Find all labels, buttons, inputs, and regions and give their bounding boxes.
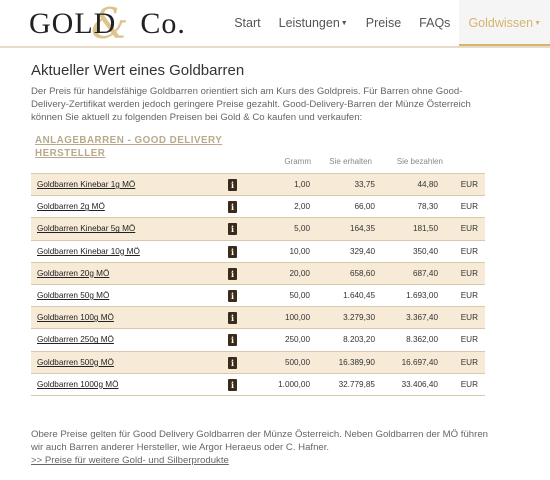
cell-gramm: 500,00 [284,357,310,367]
column-header-sie-bezahlen: Sie bezahlen [396,157,443,166]
logo-co: Co. [140,7,186,40]
table-row: Goldbarren Kinebar 5g MÖ i 5,00 164,35 181,5… [31,218,485,241]
cell-sie-erhalten: 32.779,85 [338,379,375,389]
table-row: Goldbarren 1000g MÖ i 1.000,00 32.779,85 33.… [31,374,485,396]
cell-sie-erhalten: 164,35 [349,224,375,234]
info-icon[interactable]: i [228,312,237,325]
table-row: Goldbarren 20g MÖ i 20,00 658,60 687,40 EUR [31,262,485,285]
footer-note: Obere Preise gelten für Good Delivery Go… [31,428,501,467]
price-table-header: ANLAGEBARREN - GOOD DELIVERY HERSTELLER … [31,134,491,168]
section-title-line-2: HERSTELLER [35,148,106,159]
product-link[interactable]: Goldbarren 500g MÖ [37,352,114,374]
table-row: Goldbarren Kinebar 10g MÖ i 10,00 329,40 350… [31,241,485,263]
page-title: Aktueller Wert eines Goldbarren [31,62,245,79]
product-link[interactable]: Goldbarren 2g MÖ [37,196,105,218]
info-icon[interactable]: i [228,179,237,191]
product-link[interactable]: Goldbarren Kinebar 5g MÖ [37,218,135,240]
caret-down-icon: ▼ [340,19,348,27]
info-icon[interactable]: i [228,378,237,391]
cell-sie-erhalten: 66,00 [354,202,376,212]
info-icon[interactable]: i [228,245,237,258]
product-link[interactable]: Goldbarren 1000g MÖ [37,374,118,396]
cell-sie-erhalten: 3.279,30 [343,313,375,323]
nav-item-preise[interactable]: Preise [357,0,410,46]
table-row: Goldbarren 100g MÖ i 100,00 3.279,30 3.367,4… [31,307,485,330]
cell-gramm: 100,00 [284,313,310,323]
product-link[interactable]: Goldbarren 20g MÖ [37,263,109,285]
nav-item-start[interactable]: Start [225,0,269,46]
info-icon[interactable]: i [228,267,237,280]
cell-sie-erhalten: 16.389,90 [338,357,375,367]
logo-gold: GOLD [29,7,117,40]
nav-item-goldwissen[interactable]: Goldwissen▼ [459,0,550,46]
cell-gramm: 10,00 [289,246,311,256]
logo-text: & GOLD Co. [29,0,186,48]
cell-sie-erhalten: 1.640,45 [343,290,375,300]
product-link[interactable]: Goldbarren Kinebar 1g MÖ [37,174,135,196]
nav-item-faqs[interactable]: FAQs [410,0,459,46]
table-row: Goldbarren 2g MÖ i 2,00 66,00 78,30 EUR [31,196,485,219]
info-icon[interactable]: i [228,223,237,236]
nav-item-leistungen[interactable]: Leistungen▼ [270,0,357,46]
info-icon[interactable]: i [228,289,237,302]
cell-gramm: 2,00 [294,202,310,212]
cell-sie-erhalten: 658,60 [349,268,375,278]
cell-sie-bezahlen: 44,80 [417,180,439,189]
more-products-link[interactable]: >> Preise für weitere Gold- und Silberpr… [31,455,229,466]
section-title[interactable]: ANLAGEBARREN - GOOD DELIVERY HERSTELLER [35,134,222,160]
product-link[interactable]: Goldbarren 50g MÖ [37,285,109,307]
cell-sie-bezahlen: 3.367,40 [406,313,438,323]
cell-sie-erhalten: 8.203,20 [343,335,375,345]
cell-sie-bezahlen: 350,40 [412,246,438,256]
cell-sie-bezahlen: 16.697,40 [401,357,438,367]
cell-gramm: 250,00 [284,335,310,345]
info-icon[interactable]: i [228,201,237,214]
site-header: & GOLD Co. Start Leistungen▼ Preise FAQs … [0,0,550,48]
product-link[interactable]: Goldbarren Kinebar 10g MÖ [37,241,140,263]
main-content: Aktueller Wert eines Goldbarren Der Prei… [31,62,491,168]
cell-currency: EUR [460,357,478,367]
intro-text: Der Preis für handelsfähige Goldbarren o… [31,86,471,123]
cell-sie-erhalten: 329,40 [349,246,375,256]
footer-text: Obere Preise gelten für Good Delivery Go… [31,429,488,453]
cell-sie-bezahlen: 8.362,00 [406,335,438,345]
cell-sie-bezahlen: 78,30 [417,202,439,212]
cell-gramm: 1.000,00 [278,379,310,389]
cell-sie-erhalten: 33,75 [354,180,376,189]
info-icon[interactable]: i [228,356,237,369]
cell-gramm: 20,00 [289,268,311,278]
cell-gramm: 5,00 [294,224,310,234]
info-icon[interactable]: i [228,334,237,347]
table-row: Goldbarren 250g MÖ i 250,00 8.203,20 8.362,0… [31,329,485,352]
cell-currency: EUR [460,290,478,300]
cell-currency: EUR [460,335,478,345]
cell-sie-bezahlen: 687,40 [412,268,438,278]
table-row: Goldbarren Kinebar 1g MÖ i 1,00 33,75 44,80 E… [31,174,485,197]
cell-currency: EUR [460,379,478,389]
caret-down-icon: ▼ [534,19,541,27]
section-title-line-1: ANLAGEBARREN - GOOD DELIVERY [35,135,223,146]
cell-currency: EUR [460,202,478,212]
logo[interactable]: & GOLD Co. [29,0,186,48]
cell-gramm: 1,00 [294,180,310,189]
table-row: Goldbarren 50g MÖ i 50,00 1.640,45 1.693,00 E… [31,285,485,308]
product-link[interactable]: Goldbarren 100g MÖ [37,307,114,329]
cell-gramm: 50,00 [289,290,311,300]
column-header-gramm: Gramm [284,157,311,166]
table-row: Goldbarren 500g MÖ i 500,00 16.389,90 16.697… [31,351,485,374]
product-link[interactable]: Goldbarren 250g MÖ [37,329,114,351]
cell-sie-bezahlen: 1.693,00 [406,290,438,300]
cell-currency: EUR [460,246,478,256]
price-table: Goldbarren Kinebar 1g MÖ i 1,00 33,75 44,80 E… [31,173,485,396]
main-nav: Start Leistungen▼ Preise FAQs Goldwissen… [225,0,550,46]
cell-sie-bezahlen: 33.406,40 [401,379,438,389]
cell-currency: EUR [460,268,478,278]
cell-currency: EUR [460,224,478,234]
cell-currency: EUR [460,313,478,323]
cell-currency: EUR [460,180,478,189]
column-header-sie-erhalten: Sie erhalten [329,157,372,166]
cell-sie-bezahlen: 181,50 [412,224,438,234]
